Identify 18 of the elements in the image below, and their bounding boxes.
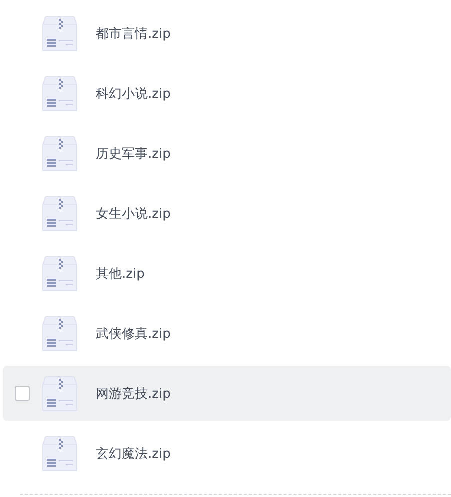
file-name[interactable]: 历史军事.zip — [96, 144, 171, 162]
zip-file-icon — [42, 136, 78, 172]
zip-file-icon — [42, 376, 78, 412]
file-row[interactable]: 网游竞技.zip — [3, 366, 451, 421]
file-name[interactable]: 女生小说.zip — [96, 204, 171, 222]
zip-file-icon — [42, 196, 78, 232]
file-name[interactable]: 玄幻魔法.zip — [96, 444, 171, 462]
file-name[interactable]: 科幻小说.zip — [96, 84, 171, 102]
zip-file-icon — [42, 436, 78, 472]
zip-file-icon — [42, 16, 78, 52]
file-name[interactable]: 网游竞技.zip — [96, 384, 171, 402]
zip-file-icon — [42, 256, 78, 292]
zip-file-icon — [42, 76, 78, 112]
file-name[interactable]: 其他.zip — [96, 264, 145, 282]
zip-file-icon — [42, 316, 78, 352]
file-name[interactable]: 都市言情.zip — [96, 24, 171, 42]
checkbox[interactable] — [15, 386, 30, 401]
file-name[interactable]: 武侠修真.zip — [96, 324, 171, 342]
